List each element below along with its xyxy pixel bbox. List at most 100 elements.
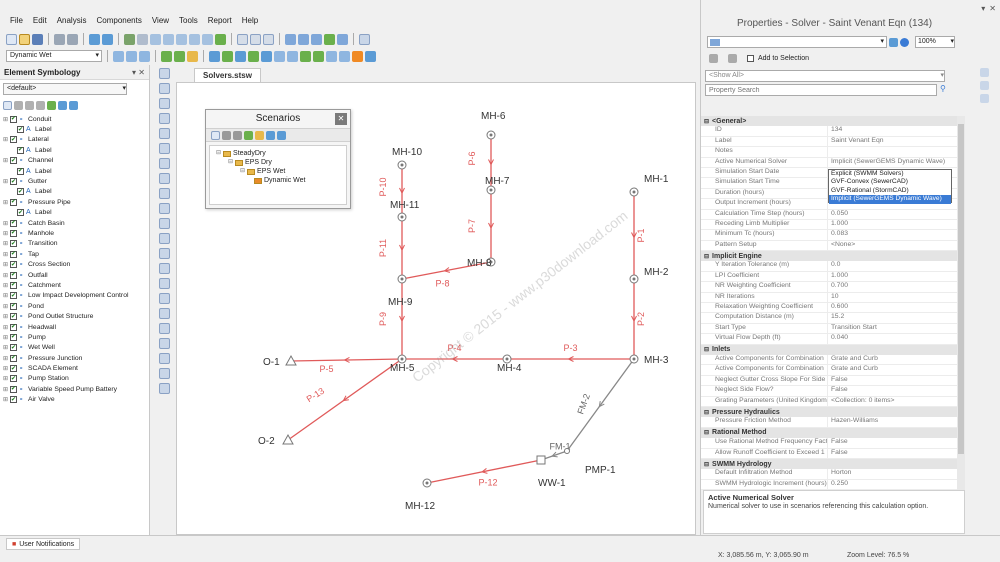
- border-tool-icon[interactable]: [158, 353, 170, 364]
- channel-tool-icon[interactable]: [158, 98, 170, 109]
- symbology-item[interactable]: ⊞ ✔ ∘ Tap: [3, 249, 149, 259]
- select-tool-icon[interactable]: [158, 68, 170, 79]
- property-row[interactable]: Use Rational Method Frequency Factor Fals…: [701, 438, 957, 449]
- zoom-extents-icon[interactable]: [150, 33, 161, 45]
- collapse-icon[interactable]: ⊟: [704, 346, 709, 353]
- new-scenario-icon[interactable]: [211, 130, 220, 140]
- scenarios-icon[interactable]: [113, 50, 124, 62]
- show-all-combo[interactable]: <Show All> ▾: [705, 70, 945, 82]
- property-row[interactable]: Allow Runoff Coefficient to Exceed 1 Fals…: [701, 448, 957, 459]
- help-icon[interactable]: [365, 50, 376, 62]
- symbology-item[interactable]: ⊞ ✔ ∘ Wet Well: [3, 343, 149, 353]
- visibility-checkbox[interactable]: ✔: [10, 396, 17, 404]
- transition-tool-icon[interactable]: [158, 158, 170, 169]
- collapse-icon[interactable]: ⊟: [704, 429, 709, 436]
- pin-icon[interactable]: ▾: [981, 4, 985, 13]
- zoom-out-icon[interactable]: [189, 33, 200, 45]
- edit-icon[interactable]: [36, 100, 45, 110]
- symbology-item[interactable]: ⊞ ✔ ∘ Low Impact Development Control: [3, 291, 149, 301]
- manhole-tool-icon[interactable]: [158, 128, 170, 139]
- expand-icon[interactable]: ⊞: [3, 313, 10, 320]
- expand-icon[interactable]: ⊞: [3, 375, 10, 382]
- solver-option[interactable]: Implicit (SewerGEMS Dynamic Wave): [829, 195, 951, 204]
- pressure-junction-tool-icon[interactable]: [158, 233, 170, 244]
- property-row[interactable]: Label Saint Venant Eqn: [701, 136, 957, 148]
- new-file-icon[interactable]: [6, 33, 17, 45]
- property-row[interactable]: Default Infiltration Method Horton: [701, 469, 957, 480]
- property-value[interactable]: 0.0: [828, 261, 957, 270]
- user-notifications-tab[interactable]: ■ User Notifications: [6, 538, 81, 550]
- side-tool-icon[interactable]: [980, 81, 989, 90]
- collapse-icon[interactable]: ⊟: [228, 158, 233, 167]
- expand-icon[interactable]: ⊞: [3, 136, 10, 143]
- user-data-icon[interactable]: [261, 50, 272, 62]
- report-icon[interactable]: [266, 130, 275, 140]
- alternatives-icon[interactable]: [126, 50, 137, 62]
- property-category[interactable]: ⊟ SWMM Hydrology: [701, 458, 957, 470]
- text-tool-icon[interactable]: [158, 323, 170, 334]
- property-row[interactable]: SWMM Hydrologic Increment (hours) 0.250: [701, 479, 957, 490]
- expand-icon[interactable]: ⊞: [3, 240, 10, 247]
- side-tool-icon[interactable]: [980, 68, 989, 77]
- property-category[interactable]: ⊟ Implicit Engine: [701, 251, 957, 262]
- layout-icon[interactable]: [250, 33, 261, 45]
- expand-icon[interactable]: ⊞: [3, 344, 10, 351]
- symbology-item[interactable]: ⊞ ✔ ∘ Conduit: [3, 114, 149, 124]
- property-row[interactable]: Y Iteration Tolerance (m) 0.0: [701, 261, 957, 272]
- save-icon[interactable]: [32, 33, 43, 45]
- property-row[interactable]: Neglect Side Flow? False: [701, 386, 957, 397]
- node-ww-1[interactable]: [536, 455, 546, 465]
- expand-icon[interactable]: ⊞: [3, 303, 10, 310]
- visibility-checkbox[interactable]: ✔: [17, 188, 24, 196]
- visibility-checkbox[interactable]: ✔: [10, 219, 17, 227]
- expand-icon[interactable]: ⊞: [3, 355, 10, 362]
- zoom-combo[interactable]: 100% ▾: [915, 36, 955, 48]
- expand-icon[interactable]: ⊞: [3, 261, 10, 268]
- property-category[interactable]: ⊟ Inlets: [701, 344, 957, 355]
- property-value[interactable]: 0.600: [828, 303, 957, 312]
- scrollbar-thumb[interactable]: [958, 124, 964, 454]
- refresh-icon[interactable]: [215, 33, 226, 45]
- property-value[interactable]: 10: [828, 293, 957, 302]
- visibility-checkbox[interactable]: ✔: [10, 240, 17, 248]
- units-icon[interactable]: [326, 50, 337, 62]
- property-row[interactable]: Start Type Transition Start: [701, 323, 957, 335]
- lid-icon[interactable]: [313, 50, 324, 62]
- engineering-libraries-icon[interactable]: [235, 50, 246, 62]
- visibility-checkbox[interactable]: ✔: [17, 209, 24, 217]
- property-search-input[interactable]: [705, 84, 937, 96]
- menu-item-components[interactable]: Components: [96, 14, 141, 28]
- property-value[interactable]: 0.700: [828, 282, 957, 291]
- side-tool-icon[interactable]: [980, 94, 989, 103]
- property-row[interactable]: Pattern Setup <None>: [701, 240, 957, 252]
- redo-icon[interactable]: [102, 33, 113, 45]
- select-icon[interactable]: [137, 33, 148, 45]
- property-value[interactable]: Hazen-Williams: [828, 417, 957, 426]
- collapse-icon[interactable]: ⊟: [240, 167, 245, 176]
- expand-icon[interactable]: ⊞: [3, 199, 10, 206]
- node-o-2[interactable]: [282, 433, 294, 445]
- table-icon[interactable]: [237, 33, 248, 45]
- property-category[interactable]: ⊟ Pressure Hydraulics: [701, 406, 957, 418]
- solver-option[interactable]: GVF-Convex (SewerCAD): [829, 178, 951, 186]
- symbology-item[interactable]: ⊞ ✔ ∘ Pond: [3, 301, 149, 311]
- flex-tables-icon[interactable]: [339, 50, 350, 62]
- menu-item-help[interactable]: Help: [242, 14, 258, 28]
- collapse-icon[interactable]: ⊟: [704, 461, 709, 468]
- visibility-checkbox[interactable]: ✔: [10, 354, 17, 362]
- zoom-to-icon[interactable]: [889, 37, 898, 47]
- close-icon[interactable]: ✕: [335, 113, 347, 125]
- symbology-item[interactable]: ⊞ ✔ ∘ Gutter: [3, 176, 149, 186]
- expand-icon[interactable]: ⊞: [3, 220, 10, 227]
- symbology-item[interactable]: ⊞ ✔ ∘ Manhole: [3, 228, 149, 238]
- solver-option[interactable]: GVF-Rational (StormCAD): [829, 187, 951, 195]
- pan-icon[interactable]: [202, 33, 213, 45]
- validate-icon[interactable]: [161, 50, 172, 62]
- property-row[interactable]: NR Iterations 10: [701, 292, 957, 304]
- scenario-item[interactable]: ⊟ EPS Wet: [216, 167, 340, 176]
- property-row[interactable]: Minimum Tc (hours) 0.083: [701, 230, 957, 241]
- property-row[interactable]: NR Weighting Coefficient 0.700: [701, 282, 957, 293]
- symbology-item[interactable]: ⊞ ✔ ∘ Pressure Pipe: [3, 197, 149, 207]
- symbology-item[interactable]: ⊞ ✔ ∘ Transition: [3, 239, 149, 249]
- symbology-item[interactable]: ⊞ ✔ ∘ Headwall: [3, 322, 149, 332]
